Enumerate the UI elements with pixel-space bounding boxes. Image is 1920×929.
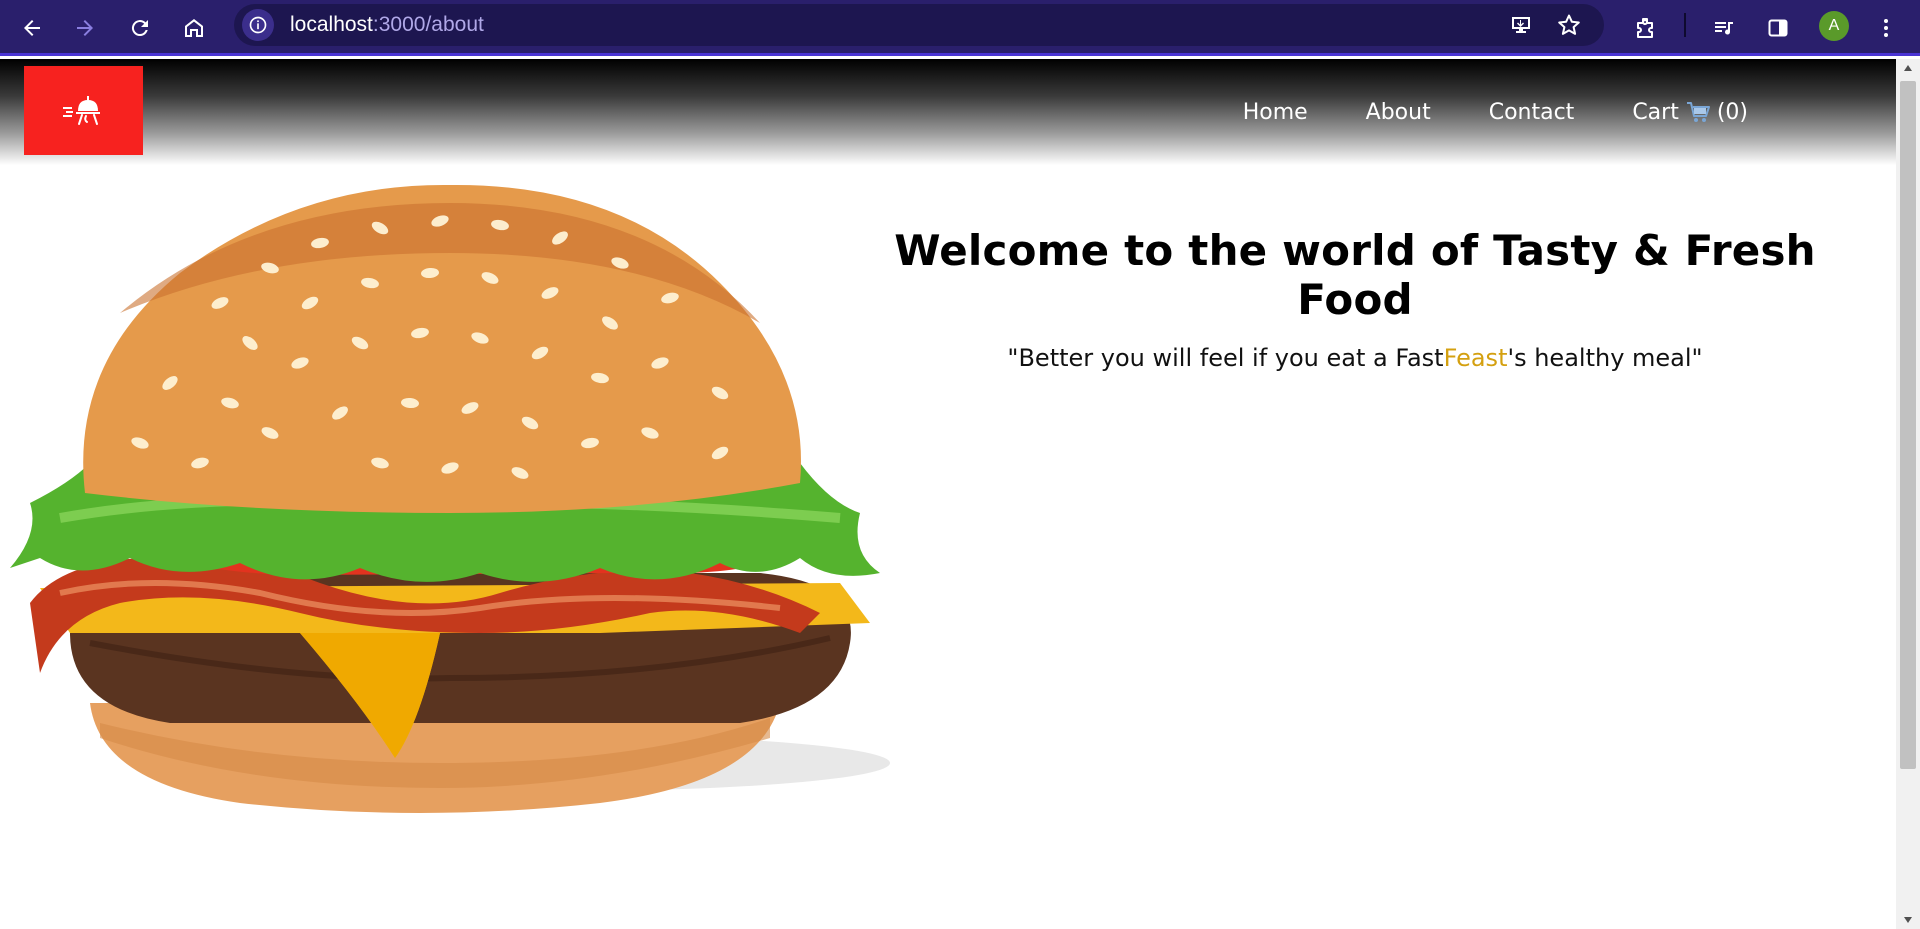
hero-title: Welcome to the world of Tasty & Fresh Fo… bbox=[894, 226, 1816, 324]
scroll-thumb[interactable] bbox=[1900, 81, 1916, 769]
cart-count: (0) bbox=[1716, 99, 1748, 125]
nav-cart[interactable]: Cart (0) bbox=[1632, 100, 1748, 125]
browser-toolbar: localhost:3000/about A bbox=[0, 0, 1920, 56]
kebab-menu-icon[interactable] bbox=[1868, 10, 1904, 46]
toolbar-divider bbox=[1684, 13, 1686, 37]
reload-icon[interactable] bbox=[122, 10, 158, 46]
delivery-bell-icon bbox=[62, 95, 100, 125]
url-host: localhost bbox=[290, 13, 373, 36]
nav-home[interactable]: Home bbox=[1243, 100, 1308, 125]
subtitle-end: 's healthy meal" bbox=[1507, 344, 1703, 372]
page-scrollbar[interactable] bbox=[1896, 59, 1920, 929]
media-queue-icon[interactable] bbox=[1706, 10, 1742, 46]
subtitle-start: "Better you will feel if you eat a Fast bbox=[1007, 344, 1444, 372]
scroll-up-arrow-icon[interactable] bbox=[1896, 59, 1920, 77]
forward-arrow-icon[interactable] bbox=[67, 10, 103, 46]
site-logo[interactable] bbox=[24, 66, 143, 155]
main-nav: Home About Contact Cart (0) bbox=[1243, 59, 1748, 165]
site-header: Home About Contact Cart (0) bbox=[0, 59, 1896, 165]
info-icon[interactable] bbox=[242, 9, 274, 41]
subtitle-accent: Feast bbox=[1443, 344, 1508, 372]
install-app-icon[interactable] bbox=[1506, 10, 1536, 40]
nav-about[interactable]: About bbox=[1366, 100, 1431, 125]
url-path: :3000/about bbox=[372, 13, 484, 36]
side-panel-icon[interactable] bbox=[1760, 10, 1796, 46]
cart-label: Cart bbox=[1632, 99, 1679, 125]
scroll-down-arrow-icon[interactable] bbox=[1896, 911, 1920, 929]
home-icon[interactable] bbox=[176, 10, 212, 46]
hero-subtitle: "Better you will feel if you eat a FastF… bbox=[870, 344, 1840, 372]
hero-section: Welcome to the world of Tasty & Fresh Fo… bbox=[870, 226, 1840, 372]
back-arrow-icon[interactable] bbox=[14, 10, 50, 46]
burger-image bbox=[0, 163, 890, 843]
avatar[interactable]: A bbox=[1819, 11, 1849, 41]
nav-contact[interactable]: Contact bbox=[1489, 100, 1575, 125]
puzzle-icon[interactable] bbox=[1628, 10, 1664, 46]
address-bar[interactable]: localhost:3000/about bbox=[234, 4, 1604, 46]
star-icon[interactable] bbox=[1554, 10, 1584, 40]
url-text[interactable]: localhost:3000/about bbox=[290, 4, 484, 46]
page-viewport: Home About Contact Cart (0) Welcome to t… bbox=[0, 59, 1896, 929]
shopping-cart-icon bbox=[1686, 102, 1710, 122]
